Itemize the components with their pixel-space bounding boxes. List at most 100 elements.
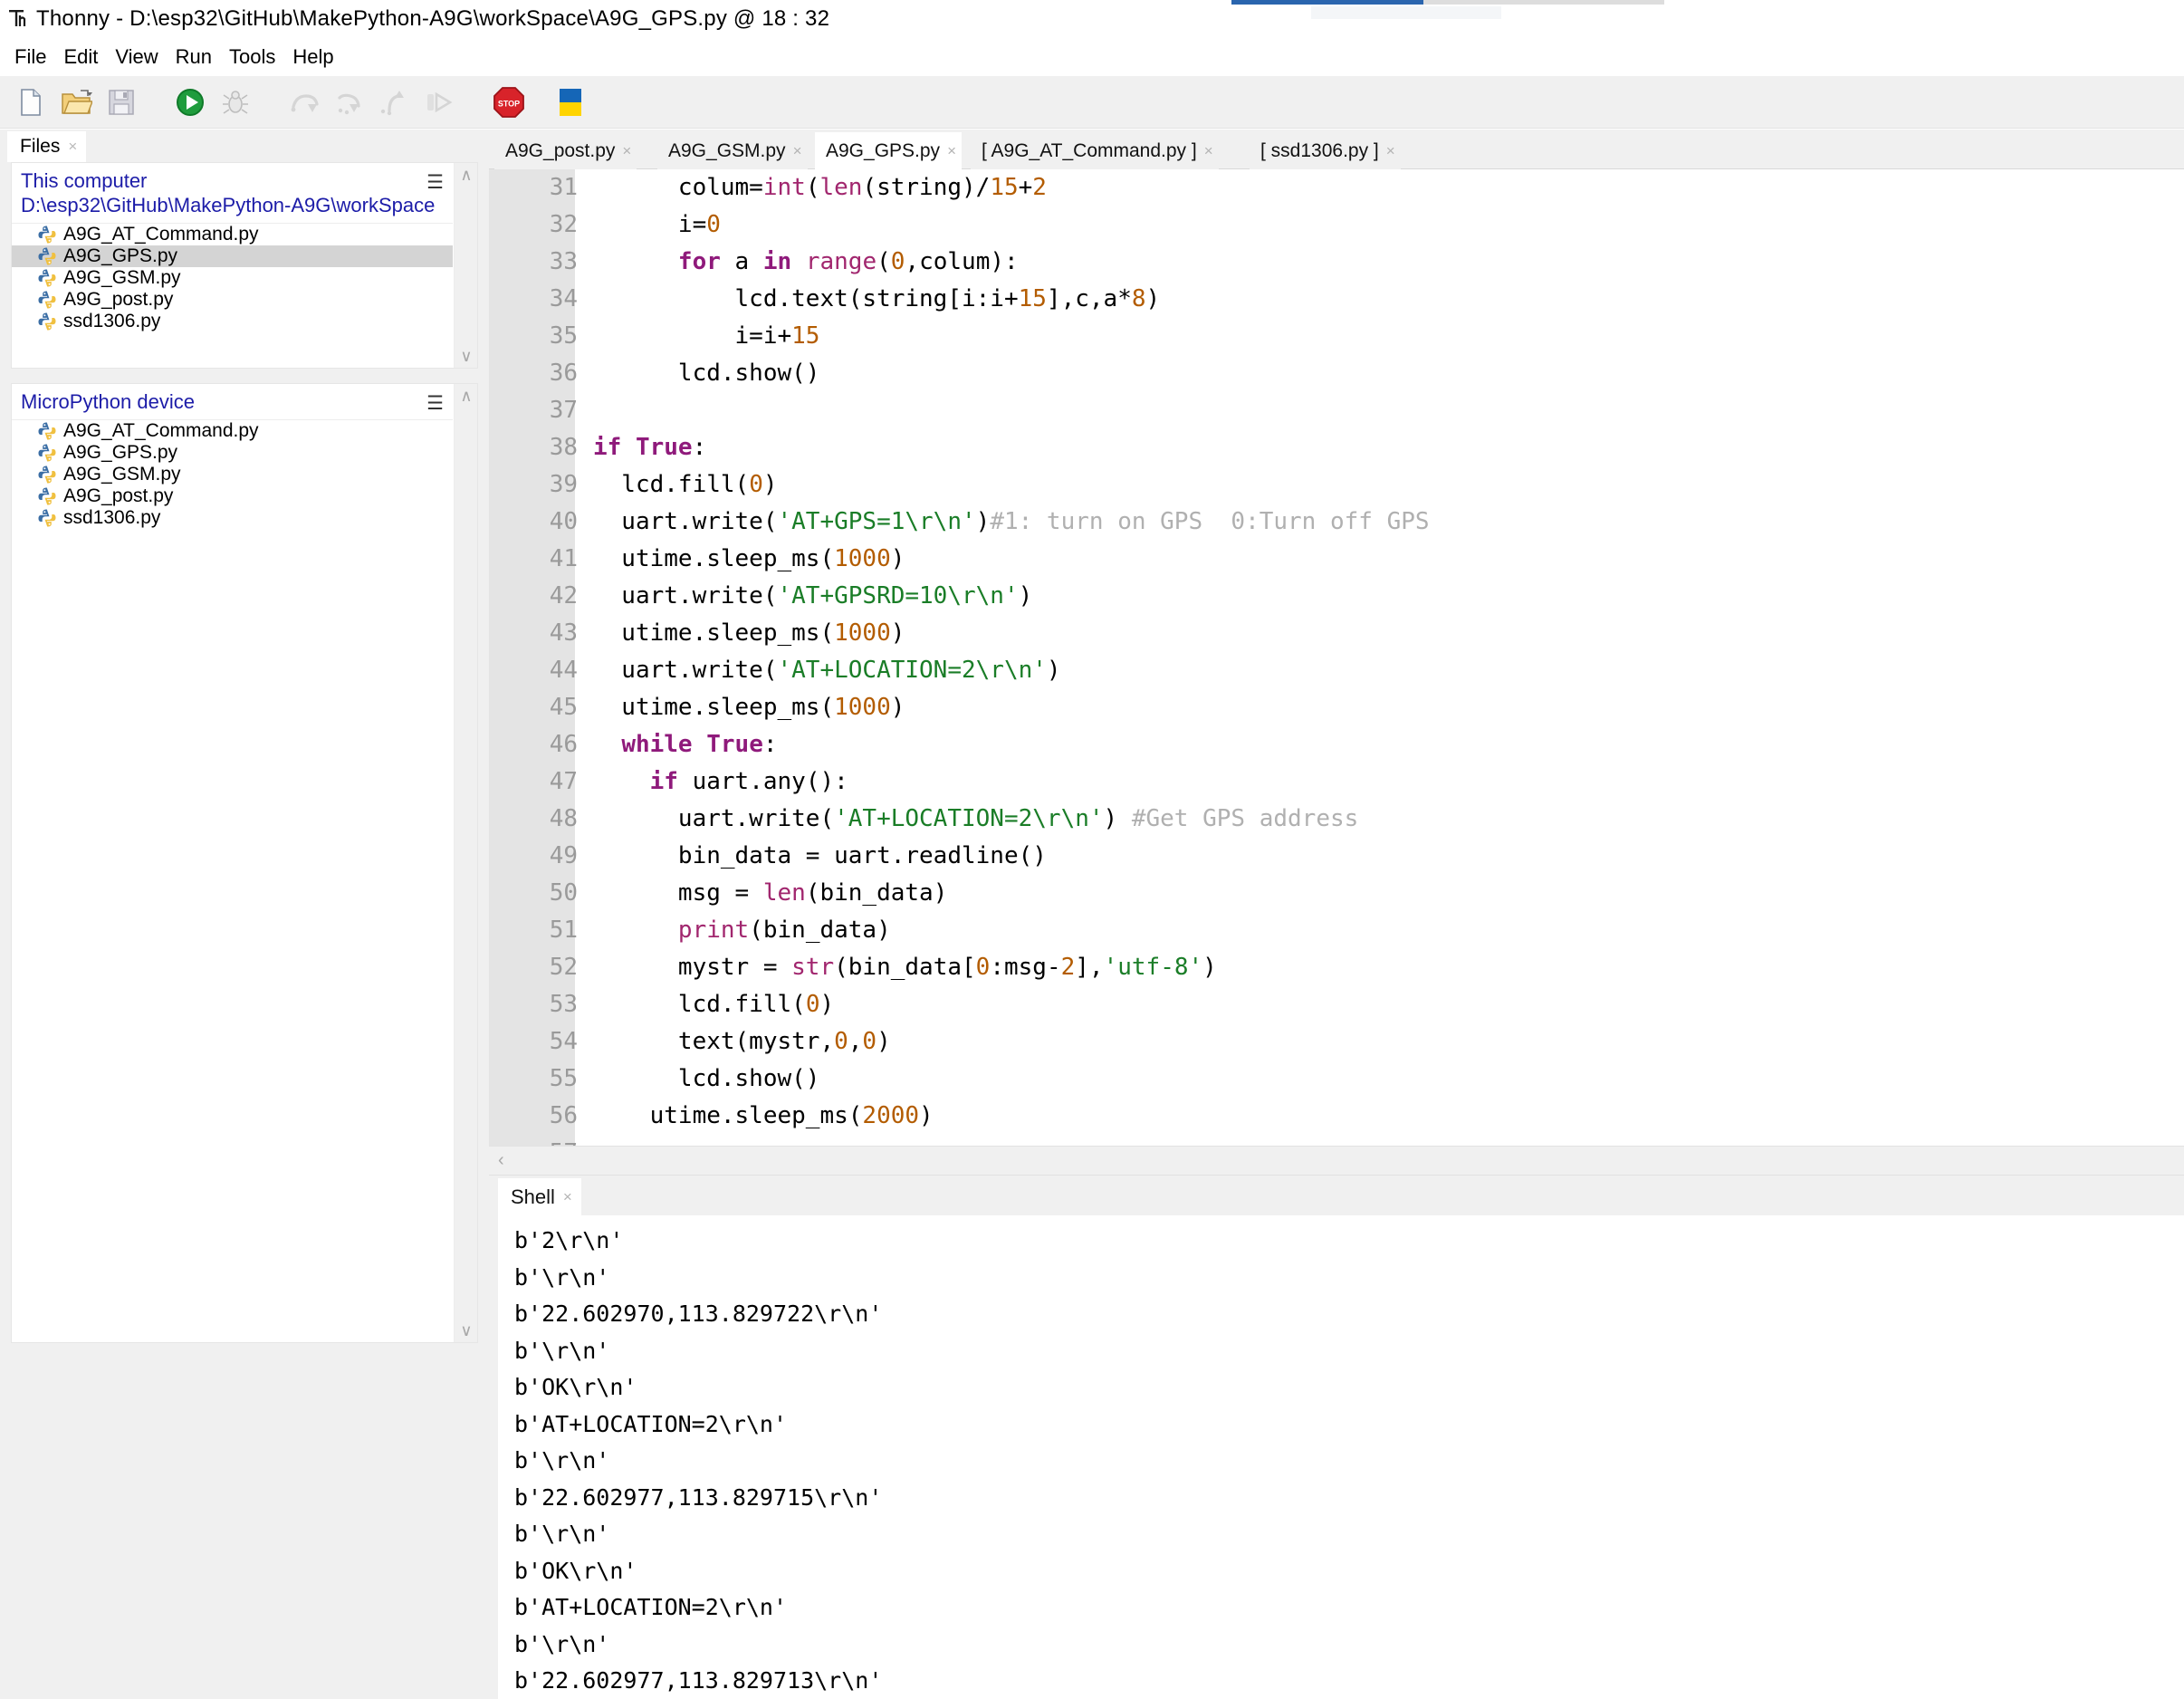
tab-a9g-gps[interactable]: A9G_GPS.py ×	[815, 132, 962, 169]
list-item[interactable]: A9G_post.py	[12, 485, 453, 507]
top-secondary-fragment	[1311, 6, 1501, 19]
close-icon[interactable]: ×	[622, 142, 631, 160]
python-file-icon	[37, 225, 57, 245]
code-token: )	[762, 471, 778, 498]
shell-output-line: b'22.602977,113.829715\r\n'	[514, 1483, 883, 1511]
code-line: 35 i=i+15	[550, 318, 1430, 355]
tab-a9g-post[interactable]: A9G_post.py ×	[494, 132, 637, 169]
line-number: 47	[549, 768, 578, 795]
new-file-button[interactable]	[11, 82, 51, 122]
code-token: if	[593, 434, 622, 461]
code-token: )	[890, 545, 905, 572]
thonny-icon	[7, 7, 31, 31]
code-token: +	[1018, 174, 1033, 201]
micropython-device-scrollbar[interactable]: ∧ ∨	[454, 384, 477, 1342]
python-file-icon	[37, 443, 57, 463]
list-item[interactable]: ssd1306.py	[12, 507, 453, 529]
list-item[interactable]: A9G_GSM.py	[12, 464, 453, 485]
close-icon[interactable]: ×	[68, 138, 77, 156]
code-token: :	[762, 731, 778, 758]
scroll-up-icon[interactable]: ∧	[455, 163, 477, 187]
list-item-label: ssd1306.py	[63, 507, 161, 528]
scroll-left-icon[interactable]: ‹	[498, 1150, 504, 1171]
python-file-icon	[37, 421, 57, 441]
code-token: #1: turn on GPS 0:Turn off GPS	[990, 508, 1430, 535]
step-over-button[interactable]	[284, 82, 324, 122]
tab-label: [ ssd1306.py ]	[1260, 139, 1379, 161]
code-token: lcd.fill(	[593, 471, 750, 498]
tab-label: A9G_GPS.py	[826, 139, 941, 161]
code-token: 1000	[834, 545, 891, 572]
code-token: 'AT+LOCATION=2\r\n'	[777, 657, 1047, 684]
code-token: text(mystr,	[593, 1028, 835, 1055]
this-computer-scrollbar[interactable]: ∧ ∨	[454, 163, 477, 368]
tab-a9g-gsm[interactable]: A9G_GSM.py ×	[657, 132, 808, 169]
scroll-down-icon[interactable]: ∨	[455, 344, 477, 368]
shell-output-line: b'AT+LOCATION=2\r\n'	[514, 1594, 788, 1620]
list-item[interactable]: A9G_AT_Command.py	[12, 224, 453, 245]
ukraine-flag-icon[interactable]	[551, 82, 590, 122]
hamburger-menu-icon[interactable]: ☰	[426, 170, 444, 195]
save-button[interactable]	[101, 82, 141, 122]
shell-output-line: b'\r\n'	[514, 1521, 610, 1547]
stop-button[interactable]: STOP	[489, 82, 529, 122]
menu-item-run[interactable]: Run	[168, 43, 222, 71]
shell-output-line: b'AT+LOCATION=2\r\n'	[514, 1410, 788, 1437]
menu-item-file[interactable]: File	[7, 43, 56, 71]
scroll-up-icon[interactable]: ∧	[455, 384, 477, 408]
window-title: Thonny - D:\esp32\GitHub\MakePython-A9G\…	[36, 6, 830, 31]
tab-shell[interactable]: Shell ×	[498, 1178, 581, 1215]
code-text-area[interactable]: '') 31 colum=int(len(string)/15+232 i=03…	[550, 169, 2184, 1146]
step-out-button[interactable]	[375, 82, 415, 122]
tab-files[interactable]: Files ×	[7, 131, 87, 162]
menu-item-help[interactable]: Help	[285, 43, 343, 71]
list-item[interactable]: A9G_post.py	[12, 289, 453, 311]
close-icon[interactable]: ×	[563, 1188, 572, 1206]
close-icon[interactable]: ×	[1204, 142, 1213, 160]
code-token: (bin_data[	[834, 954, 976, 981]
run-button[interactable]	[170, 82, 210, 122]
close-icon[interactable]: ×	[1386, 142, 1395, 160]
code-token: uart.write(	[593, 805, 835, 832]
tab-a9g-at-command[interactable]: [ A9G_AT_Command.py ] ×	[971, 132, 1219, 169]
close-icon[interactable]: ×	[947, 142, 956, 160]
hamburger-menu-icon[interactable]: ☰	[426, 391, 444, 416]
code-line: 50 msg = len(bin_data)	[550, 875, 1430, 912]
code-token: 2	[1032, 174, 1047, 201]
tab-ssd1306[interactable]: [ ssd1306.py ] ×	[1250, 132, 1401, 169]
code-token: 0	[862, 1028, 877, 1055]
menu-item-edit[interactable]: Edit	[56, 43, 108, 71]
open-file-button[interactable]	[56, 82, 96, 122]
editor-horizontal-scrollbar[interactable]: ‹	[489, 1146, 2184, 1176]
menu-item-tools[interactable]: Tools	[222, 43, 285, 71]
list-item[interactable]: A9G_AT_Command.py	[12, 420, 453, 442]
code-token: )	[1145, 285, 1161, 312]
code-editor[interactable]: '') 31 colum=int(len(string)/15+232 i=03…	[489, 169, 2184, 1146]
shell-pane: Shell × b'2\r\n' b'\r\n' b'22.602970,113.8…	[489, 1176, 2184, 1699]
debug-button[interactable]	[216, 82, 255, 122]
menu-item-view[interactable]: View	[108, 43, 168, 71]
code-token: ,colum):	[905, 248, 1019, 275]
code-token: )	[890, 619, 905, 647]
resume-button[interactable]	[420, 82, 460, 122]
line-number: 51	[549, 917, 578, 944]
line-number: 38	[549, 434, 578, 461]
python-file-icon	[37, 246, 57, 266]
list-item[interactable]: A9G_GSM.py	[12, 267, 453, 289]
code-line: 46 while True:	[550, 726, 1430, 763]
top-progress-fragment	[1231, 0, 1664, 5]
close-icon[interactable]: ×	[793, 142, 802, 160]
list-item[interactable]: ssd1306.py	[12, 311, 453, 332]
shell-output[interactable]: b'2\r\n' b'\r\n' b'22.602970,113.829722\r\…	[498, 1215, 2184, 1699]
code-token: int	[762, 174, 806, 201]
line-number: 42	[549, 582, 578, 610]
line-number: 35	[549, 322, 578, 350]
tab-label: A9G_post.py	[505, 139, 616, 161]
shell-output-line: b'2\r\n'	[514, 1227, 624, 1253]
scroll-down-icon[interactable]: ∨	[455, 1319, 477, 1342]
line-number: 55	[549, 1065, 578, 1092]
step-into-button[interactable]	[330, 82, 369, 122]
list-item[interactable]: A9G_GPS.py	[12, 442, 453, 464]
code-line: 47 if uart.any():	[550, 763, 1430, 801]
list-item[interactable]: A9G_GPS.py	[12, 245, 453, 267]
